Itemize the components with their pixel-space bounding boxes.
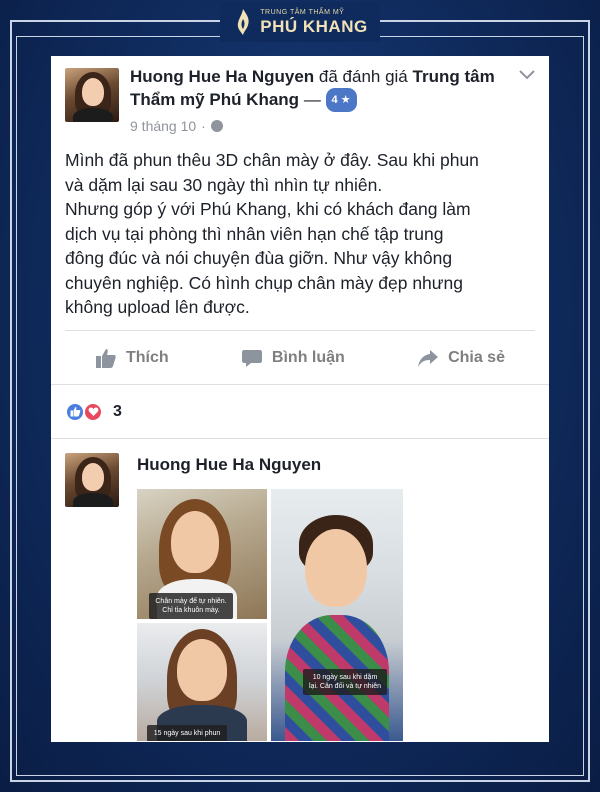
speech-bubble-icon xyxy=(241,349,262,367)
author-avatar[interactable] xyxy=(65,68,119,122)
meta-dot: · xyxy=(201,118,206,134)
facebook-review-card: Huong Hue Ha Nguyen đã đánh giá Trung tâ… xyxy=(51,56,549,742)
commenter-avatar[interactable] xyxy=(65,453,119,507)
brand-subtitle: TRUNG TÂM THẨM MỸ xyxy=(260,9,345,16)
photo-natural-brows[interactable]: Chân mày để tự nhiên. Chỉ tỉa khuôn mày. xyxy=(137,489,267,619)
photo-caption: 15 ngày sau khi phun xyxy=(147,725,227,741)
comment-photo-collage[interactable]: Chân mày để tự nhiên. Chỉ tỉa khuôn mày.… xyxy=(137,489,403,741)
comment-section: Huong Hue Ha Nguyen Chân mày để tự nhiên… xyxy=(51,438,549,742)
brand-logo: TRUNG TÂM THẨM MỸ PHÚ KHANG xyxy=(220,2,380,42)
like-label: Thích xyxy=(126,348,169,366)
globe-icon xyxy=(210,120,223,132)
title-separator: — xyxy=(303,90,321,109)
post-meta: 9 tháng 10 · xyxy=(130,118,223,134)
photo-10-days-after[interactable]: 10 ngày sau khi dặm lại. Cân đối và tự n… xyxy=(271,489,403,741)
body-line: Nhưng góp ý với Phú Khang, khi có khách … xyxy=(65,199,471,219)
body-line: chuyên nghiệp. Có hình chụp chân mày đẹp… xyxy=(65,272,463,293)
reactions-summary[interactable]: 3 xyxy=(51,384,549,438)
brand-name: PHÚ KHANG xyxy=(260,17,368,36)
commenter-name-link[interactable]: Huong Hue Ha Nguyen xyxy=(137,455,321,475)
share-button[interactable]: Chia sẻ xyxy=(417,347,505,369)
review-action-text: đã đánh giá xyxy=(318,67,408,86)
like-button[interactable]: Thích xyxy=(95,347,169,369)
rating-badge: 4 ★ xyxy=(325,88,357,112)
reaction-count: 3 xyxy=(113,402,122,420)
author-name-link[interactable]: Huong Hue Ha Nguyen xyxy=(130,67,314,86)
share-arrow-icon xyxy=(418,349,439,367)
photo-caption: 10 ngày sau khi dặm lại. Cân đối và tự n… xyxy=(303,669,387,695)
chevron-down-icon[interactable] xyxy=(519,70,535,80)
body-line: đông đúc và nói chuyện đùa giỡn. Như vậy… xyxy=(65,248,453,268)
post-date[interactable]: 9 tháng 10 xyxy=(130,118,196,134)
share-label: Chia sẻ xyxy=(448,348,505,366)
body-line: và dặm lại sau 30 ngày thì nhìn tự nhiên… xyxy=(65,174,383,195)
comment-button[interactable]: Bình luận xyxy=(241,347,345,369)
action-bar: Thích Bình luận Chia sẻ xyxy=(65,330,535,384)
photo-caption: Chân mày để tự nhiên. Chỉ tỉa khuôn mày. xyxy=(149,593,233,619)
post-header: Huong Hue Ha Nguyen đã đánh giá Trung tâ… xyxy=(51,56,549,144)
post-body: Mình đã phun thêu 3D chân mày ở đây. Sau… xyxy=(51,144,549,330)
like-reaction-icon xyxy=(65,401,85,422)
love-reaction-icon xyxy=(83,401,103,422)
body-line: dịch vụ tại phòng thì nhân viên hạn chế … xyxy=(65,223,444,244)
body-line: Mình đã phun thêu 3D chân mày ở đây. Sau… xyxy=(65,150,479,170)
body-line: không upload lên được. xyxy=(65,297,250,317)
photo-15-days-after[interactable]: 15 ngày sau khi phun xyxy=(137,623,267,741)
flame-logo-icon xyxy=(238,9,249,35)
thumbs-up-icon xyxy=(96,348,116,368)
comment-label: Bình luận xyxy=(271,348,345,366)
post-title: Huong Hue Ha Nguyen đã đánh giá Trung tâ… xyxy=(130,66,520,112)
